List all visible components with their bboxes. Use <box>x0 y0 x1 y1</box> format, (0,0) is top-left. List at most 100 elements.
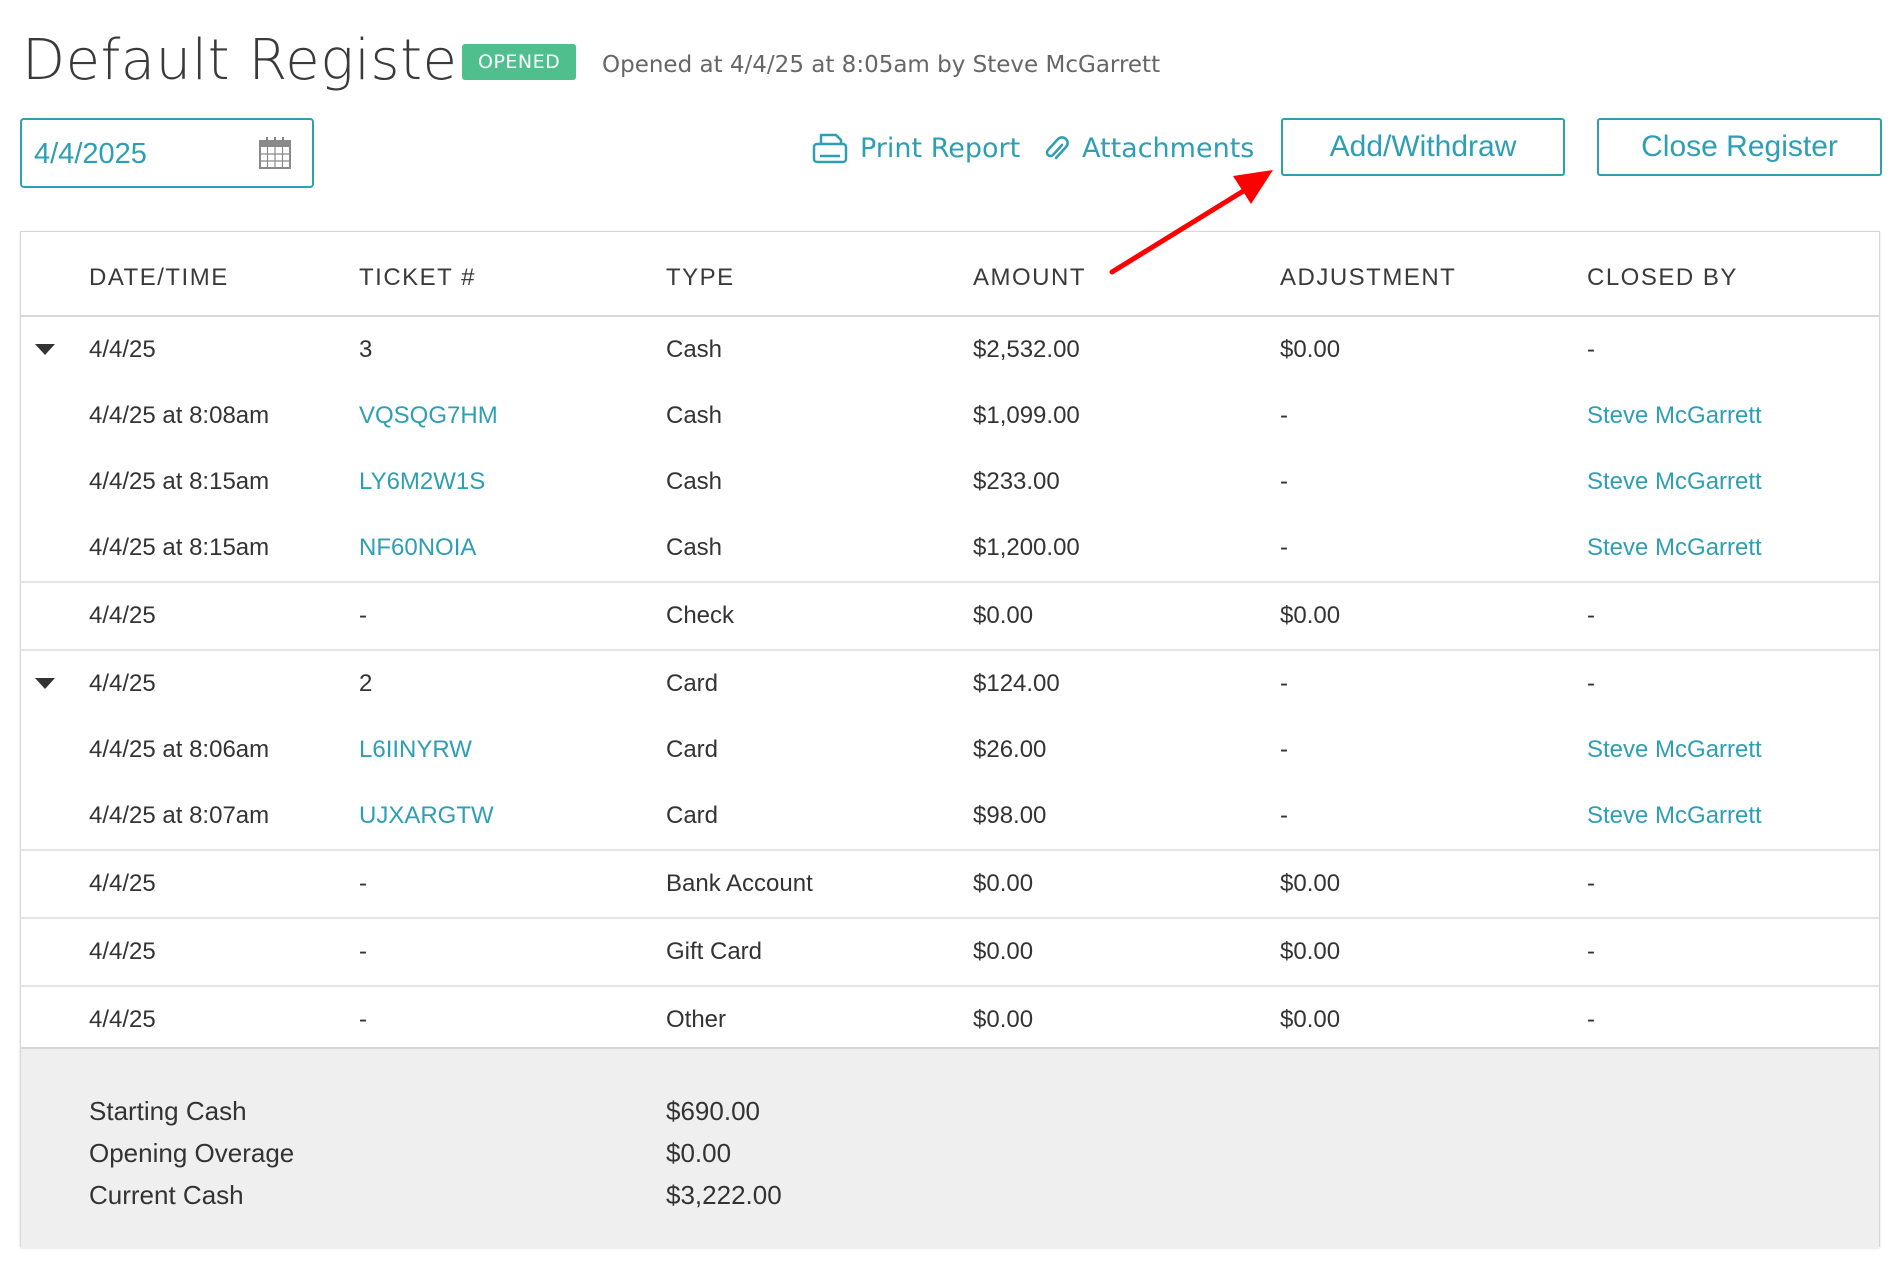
cell-ticket: 2 <box>359 670 373 697</box>
expand-caret-icon[interactable] <box>35 344 55 355</box>
summary-label: Current Cash <box>89 1180 244 1210</box>
cell-type: Card <box>666 736 719 763</box>
cell-date: 4/4/25 at 8:15am <box>89 534 270 561</box>
closed-by-link[interactable]: Steve McGarrett <box>1587 515 1762 581</box>
header-closed-by[interactable]: CLOSED BY <box>1587 264 1738 292</box>
summary-value: $0.00 <box>666 1138 732 1168</box>
cell-date: 4/4/25 <box>89 602 156 629</box>
cell-amount: $98.00 <box>973 802 1047 829</box>
cell-amount: $0.00 <box>973 602 1034 629</box>
cell-ticket: - <box>359 602 367 629</box>
cell-type: Card <box>666 802 719 829</box>
cell-date: 4/4/25 <box>89 870 156 897</box>
ticket-link[interactable]: VQSQG7HM <box>359 383 498 449</box>
expand-caret-icon[interactable] <box>35 678 55 689</box>
cell-ticket: - <box>359 870 367 897</box>
date-input[interactable] <box>32 120 236 188</box>
cash-summary: Starting Cash $690.00 Opening Overage $0… <box>21 1047 1879 1249</box>
ticket-link[interactable]: UJXARGTW <box>359 783 494 849</box>
cell-amount: $0.00 <box>973 870 1034 897</box>
printer-icon <box>812 133 848 164</box>
cell-adjustment: - <box>1280 736 1288 763</box>
table-row-group-other[interactable]: 4/4/25 - Other $0.00 $0.00 - <box>21 985 1879 1053</box>
cell-amount: $233.00 <box>973 468 1060 495</box>
print-report-label: Print Report <box>860 132 1021 164</box>
cell-type: Card <box>666 670 719 697</box>
header-date-time[interactable]: DATE/TIME <box>89 264 229 292</box>
cell-ticket: 3 <box>359 336 373 363</box>
cell-date: 4/4/25 <box>89 670 156 697</box>
cell-amount: $26.00 <box>973 736 1047 763</box>
header-adjustment[interactable]: ADJUSTMENT <box>1280 264 1456 292</box>
table-row: 4/4/25 at 8:06am L6IINYRW Card $26.00 - … <box>21 717 1879 783</box>
header-type[interactable]: TYPE <box>666 264 735 292</box>
cell-date: 4/4/25 <box>89 336 156 363</box>
table-body: 4/4/25 3 Cash $2,532.00 $0.00 - 4/4/25 a… <box>21 317 1879 1053</box>
cell-adjustment: $0.00 <box>1280 938 1341 965</box>
table-row-group-gift-card[interactable]: 4/4/25 - Gift Card $0.00 $0.00 - <box>21 917 1879 985</box>
cell-date: 4/4/25 at 8:08am <box>89 402 270 429</box>
cell-date: 4/4/25 <box>89 938 156 965</box>
cell-closed-by: - <box>1587 336 1595 363</box>
cell-ticket: - <box>359 1006 367 1033</box>
table-row: 4/4/25 at 8:15am LY6M2W1S Cash $233.00 -… <box>21 449 1879 515</box>
cell-adjustment: $0.00 <box>1280 1006 1341 1033</box>
ticket-link[interactable]: L6IINYRW <box>359 717 472 783</box>
cell-type: Cash <box>666 402 723 429</box>
closed-by-link[interactable]: Steve McGarrett <box>1587 383 1762 449</box>
opened-info: Opened at 4/4/25 at 8:05am by Steve McGa… <box>602 52 1161 78</box>
ticket-link[interactable]: NF60NOIA <box>359 515 476 581</box>
print-report-link[interactable]: Print Report <box>812 128 1020 168</box>
cell-adjustment: $0.00 <box>1280 870 1341 897</box>
closed-by-link[interactable]: Steve McGarrett <box>1587 717 1762 783</box>
table-row: 4/4/25 at 8:08am VQSQG7HM Cash $1,099.00… <box>21 383 1879 449</box>
paperclip-icon <box>1045 136 1069 160</box>
summary-value: $690.00 <box>666 1096 760 1126</box>
summary-starting-cash: Starting Cash $690.00 <box>21 1090 1879 1132</box>
table-row-group-card[interactable]: 4/4/25 2 Card $124.00 - - <box>21 649 1879 717</box>
table-row-group-bank-account[interactable]: 4/4/25 - Bank Account $0.00 $0.00 - <box>21 849 1879 917</box>
cell-adjustment: - <box>1280 802 1288 829</box>
cell-type: Gift Card <box>666 938 763 965</box>
cell-date: 4/4/25 <box>89 1006 156 1033</box>
table-row-group-cash[interactable]: 4/4/25 3 Cash $2,532.00 $0.00 - <box>21 317 1879 383</box>
header-ticket[interactable]: TICKET # <box>359 264 476 292</box>
cell-adjustment: - <box>1280 670 1288 697</box>
add-withdraw-button[interactable]: Add/Withdraw <box>1281 118 1565 176</box>
cell-type: Cash <box>666 336 723 363</box>
close-register-button[interactable]: Close Register <box>1597 118 1882 176</box>
calendar-icon[interactable] <box>258 136 292 170</box>
header-amount[interactable]: AMOUNT <box>973 264 1086 292</box>
cell-type: Bank Account <box>666 870 813 897</box>
attachments-link[interactable]: Attachments <box>1044 128 1254 168</box>
cell-amount: $0.00 <box>973 1006 1034 1033</box>
cell-amount: $1,099.00 <box>973 402 1080 429</box>
cell-adjustment: - <box>1280 468 1288 495</box>
cell-amount: $124.00 <box>973 670 1060 697</box>
ticket-link[interactable]: LY6M2W1S <box>359 449 485 515</box>
cell-closed-by: - <box>1587 870 1595 897</box>
cell-amount: $2,532.00 <box>973 336 1080 363</box>
cell-date: 4/4/25 at 8:07am <box>89 802 270 829</box>
cell-type: Cash <box>666 534 723 561</box>
summary-label: Starting Cash <box>89 1096 247 1126</box>
table-row-group-check[interactable]: 4/4/25 - Check $0.00 $0.00 - <box>21 581 1879 649</box>
cell-date: 4/4/25 at 8:15am <box>89 468 270 495</box>
summary-value: $3,222.00 <box>666 1180 782 1210</box>
cell-closed-by: - <box>1587 670 1595 697</box>
summary-current-cash: Current Cash $3,222.00 <box>21 1174 1879 1216</box>
table-header: DATE/TIME TICKET # TYPE AMOUNT ADJUSTMEN… <box>21 232 1879 317</box>
closed-by-link[interactable]: Steve McGarrett <box>1587 783 1762 849</box>
cell-adjustment: $0.00 <box>1280 336 1341 363</box>
cell-amount: $1,200.00 <box>973 534 1080 561</box>
date-picker[interactable] <box>20 118 314 188</box>
table-row: 4/4/25 at 8:07am UJXARGTW Card $98.00 - … <box>21 783 1879 849</box>
cell-type: Cash <box>666 468 723 495</box>
status-badge: OPENED <box>462 44 577 80</box>
cell-closed-by: - <box>1587 1006 1595 1033</box>
toolbar: Print Report Attachments Add/Withdraw Cl… <box>20 118 1882 190</box>
closed-by-link[interactable]: Steve McGarrett <box>1587 449 1762 515</box>
page-title: Default Register <box>22 28 482 93</box>
cell-adjustment: - <box>1280 534 1288 561</box>
cell-type: Other <box>666 1006 727 1033</box>
